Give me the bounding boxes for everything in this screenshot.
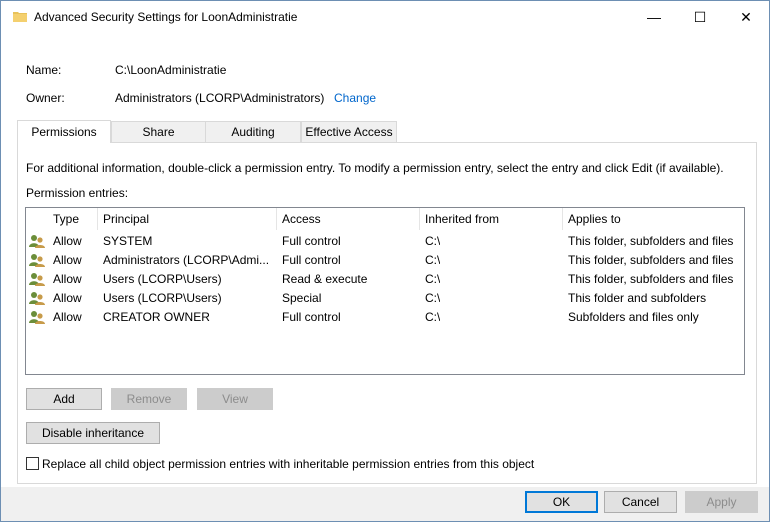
cell-inherited-from: C:\ — [425, 253, 441, 267]
table-row[interactable]: Allow Administrators (LCORP\Admi... Full… — [26, 251, 744, 270]
cell-principal: SYSTEM — [103, 234, 153, 248]
tab-share[interactable]: Share — [111, 121, 206, 142]
cell-type: Allow — [53, 234, 82, 248]
dialog-footer: OK Cancel Apply — [1, 487, 769, 521]
window-title: Advanced Security Settings for LoonAdmin… — [34, 10, 298, 24]
permission-entries-label: Permission entries: — [26, 186, 129, 200]
cell-type: Allow — [53, 310, 82, 324]
column-header-principal[interactable]: Principal — [98, 208, 277, 230]
name-value: C:\LoonAdministratie — [115, 63, 227, 77]
tab-auditing[interactable]: Auditing — [205, 121, 301, 142]
column-header-type[interactable]: Type — [48, 208, 98, 230]
table-row[interactable]: Allow Users (LCORP\Users) Read & execute… — [26, 270, 744, 289]
name-label: Name: — [26, 63, 62, 77]
cell-inherited-from: C:\ — [425, 310, 441, 324]
table-row[interactable]: Allow CREATOR OWNER Full control C:\ Sub… — [26, 308, 744, 327]
cancel-button[interactable]: Cancel — [604, 491, 677, 513]
table-row[interactable]: Allow SYSTEM Full control C:\ This folde… — [26, 232, 744, 251]
change-owner-link[interactable]: Change — [334, 91, 376, 105]
column-header-applies-to[interactable]: Applies to — [563, 208, 743, 230]
cell-principal: Administrators (LCORP\Admi... — [103, 253, 270, 267]
cell-type: Allow — [53, 291, 82, 305]
minimize-icon: — — [647, 9, 661, 25]
folder-icon — [13, 12, 27, 22]
cell-principal: Users (LCORP\Users) — [103, 272, 222, 286]
cell-principal: CREATOR OWNER — [103, 310, 210, 324]
cell-inherited-from: C:\ — [425, 291, 441, 305]
users-icon — [29, 292, 45, 305]
table-row[interactable]: Allow Users (LCORP\Users) Special C:\ Th… — [26, 289, 744, 308]
replace-child-permissions-checkbox[interactable] — [26, 457, 39, 470]
permission-entries-list[interactable]: Type Principal Access Inherited from App… — [25, 207, 745, 375]
users-icon — [29, 273, 45, 286]
owner-value: Administrators (LCORP\Administrators) — [115, 91, 325, 105]
cell-inherited-from: C:\ — [425, 234, 441, 248]
add-button[interactable]: Add — [26, 388, 102, 410]
users-icon — [29, 311, 45, 324]
view-button[interactable]: View — [197, 388, 273, 410]
cell-inherited-from: C:\ — [425, 272, 441, 286]
maximize-button[interactable]: ☐ — [677, 1, 723, 33]
cell-access: Special — [282, 291, 322, 305]
apply-button[interactable]: Apply — [685, 491, 758, 513]
cell-access: Full control — [282, 310, 341, 324]
cell-applies-to: This folder, subfolders and files — [568, 253, 734, 267]
maximize-icon: ☐ — [693, 8, 707, 25]
users-icon — [29, 235, 45, 248]
cell-type: Allow — [53, 253, 82, 267]
ok-button[interactable]: OK — [525, 491, 598, 513]
remove-button[interactable]: Remove — [111, 388, 187, 410]
column-header-inherited-from[interactable]: Inherited from — [420, 208, 563, 230]
tab-permissions[interactable]: Permissions — [17, 120, 111, 143]
cell-applies-to: This folder, subfolders and files — [568, 272, 734, 286]
tab-effective-access[interactable]: Effective Access — [301, 121, 397, 142]
close-button[interactable]: ✕ — [723, 1, 769, 33]
cell-applies-to: This folder, subfolders and files — [568, 234, 734, 248]
cell-access: Read & execute — [282, 272, 368, 286]
permissions-info-text: For additional information, double-click… — [26, 161, 724, 175]
cell-applies-to: Subfolders and files only — [568, 310, 699, 324]
owner-label: Owner: — [26, 91, 65, 105]
replace-child-permissions-label[interactable]: Replace all child object permission entr… — [42, 457, 534, 471]
column-header-access[interactable]: Access — [277, 208, 420, 230]
title-bar[interactable]: Advanced Security Settings for LoonAdmin… — [1, 1, 769, 33]
advanced-security-window: Advanced Security Settings for LoonAdmin… — [0, 0, 770, 522]
cell-access: Full control — [282, 234, 341, 248]
cell-applies-to: This folder and subfolders — [568, 291, 707, 305]
minimize-button[interactable]: — — [631, 1, 677, 33]
close-icon: ✕ — [740, 8, 752, 25]
cell-access: Full control — [282, 253, 341, 267]
cell-type: Allow — [53, 272, 82, 286]
users-icon — [29, 254, 45, 267]
cell-principal: Users (LCORP\Users) — [103, 291, 222, 305]
disable-inheritance-button[interactable]: Disable inheritance — [26, 422, 160, 444]
